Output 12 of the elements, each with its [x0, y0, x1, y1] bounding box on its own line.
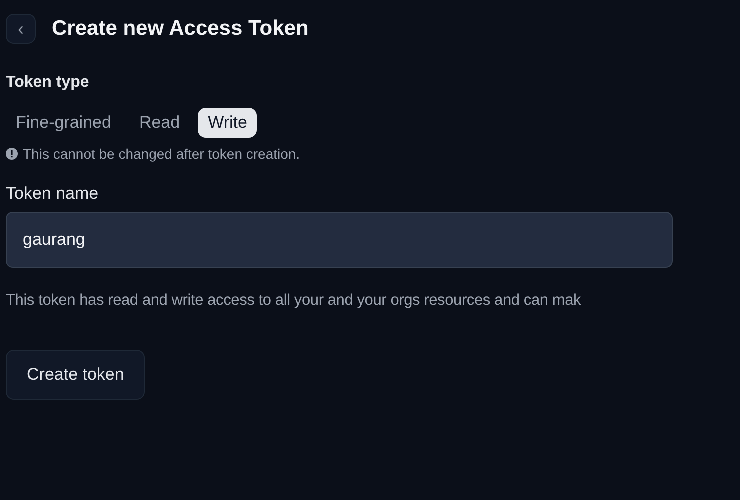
token-type-option[interactable]: Write — [198, 108, 258, 138]
note-text: This cannot be changed after token creation. — [23, 146, 300, 162]
description-text: This token has read and write access to all your and your orgs resources and can mak — [6, 292, 582, 310]
token-name-field[interactable]: gaurang — [6, 212, 673, 268]
token-type-option[interactable]: Fine-grained — [6, 108, 122, 138]
page-title: Create new Access Token — [52, 17, 309, 41]
token-type-label: Token type — [6, 74, 90, 92]
token-name-label: Token name — [6, 184, 100, 204]
back-button[interactable]: ‹ — [6, 14, 36, 44]
info-icon — [6, 148, 18, 160]
create-token-button[interactable]: Create token — [6, 350, 146, 400]
token-type-option[interactable]: Read — [129, 108, 190, 138]
